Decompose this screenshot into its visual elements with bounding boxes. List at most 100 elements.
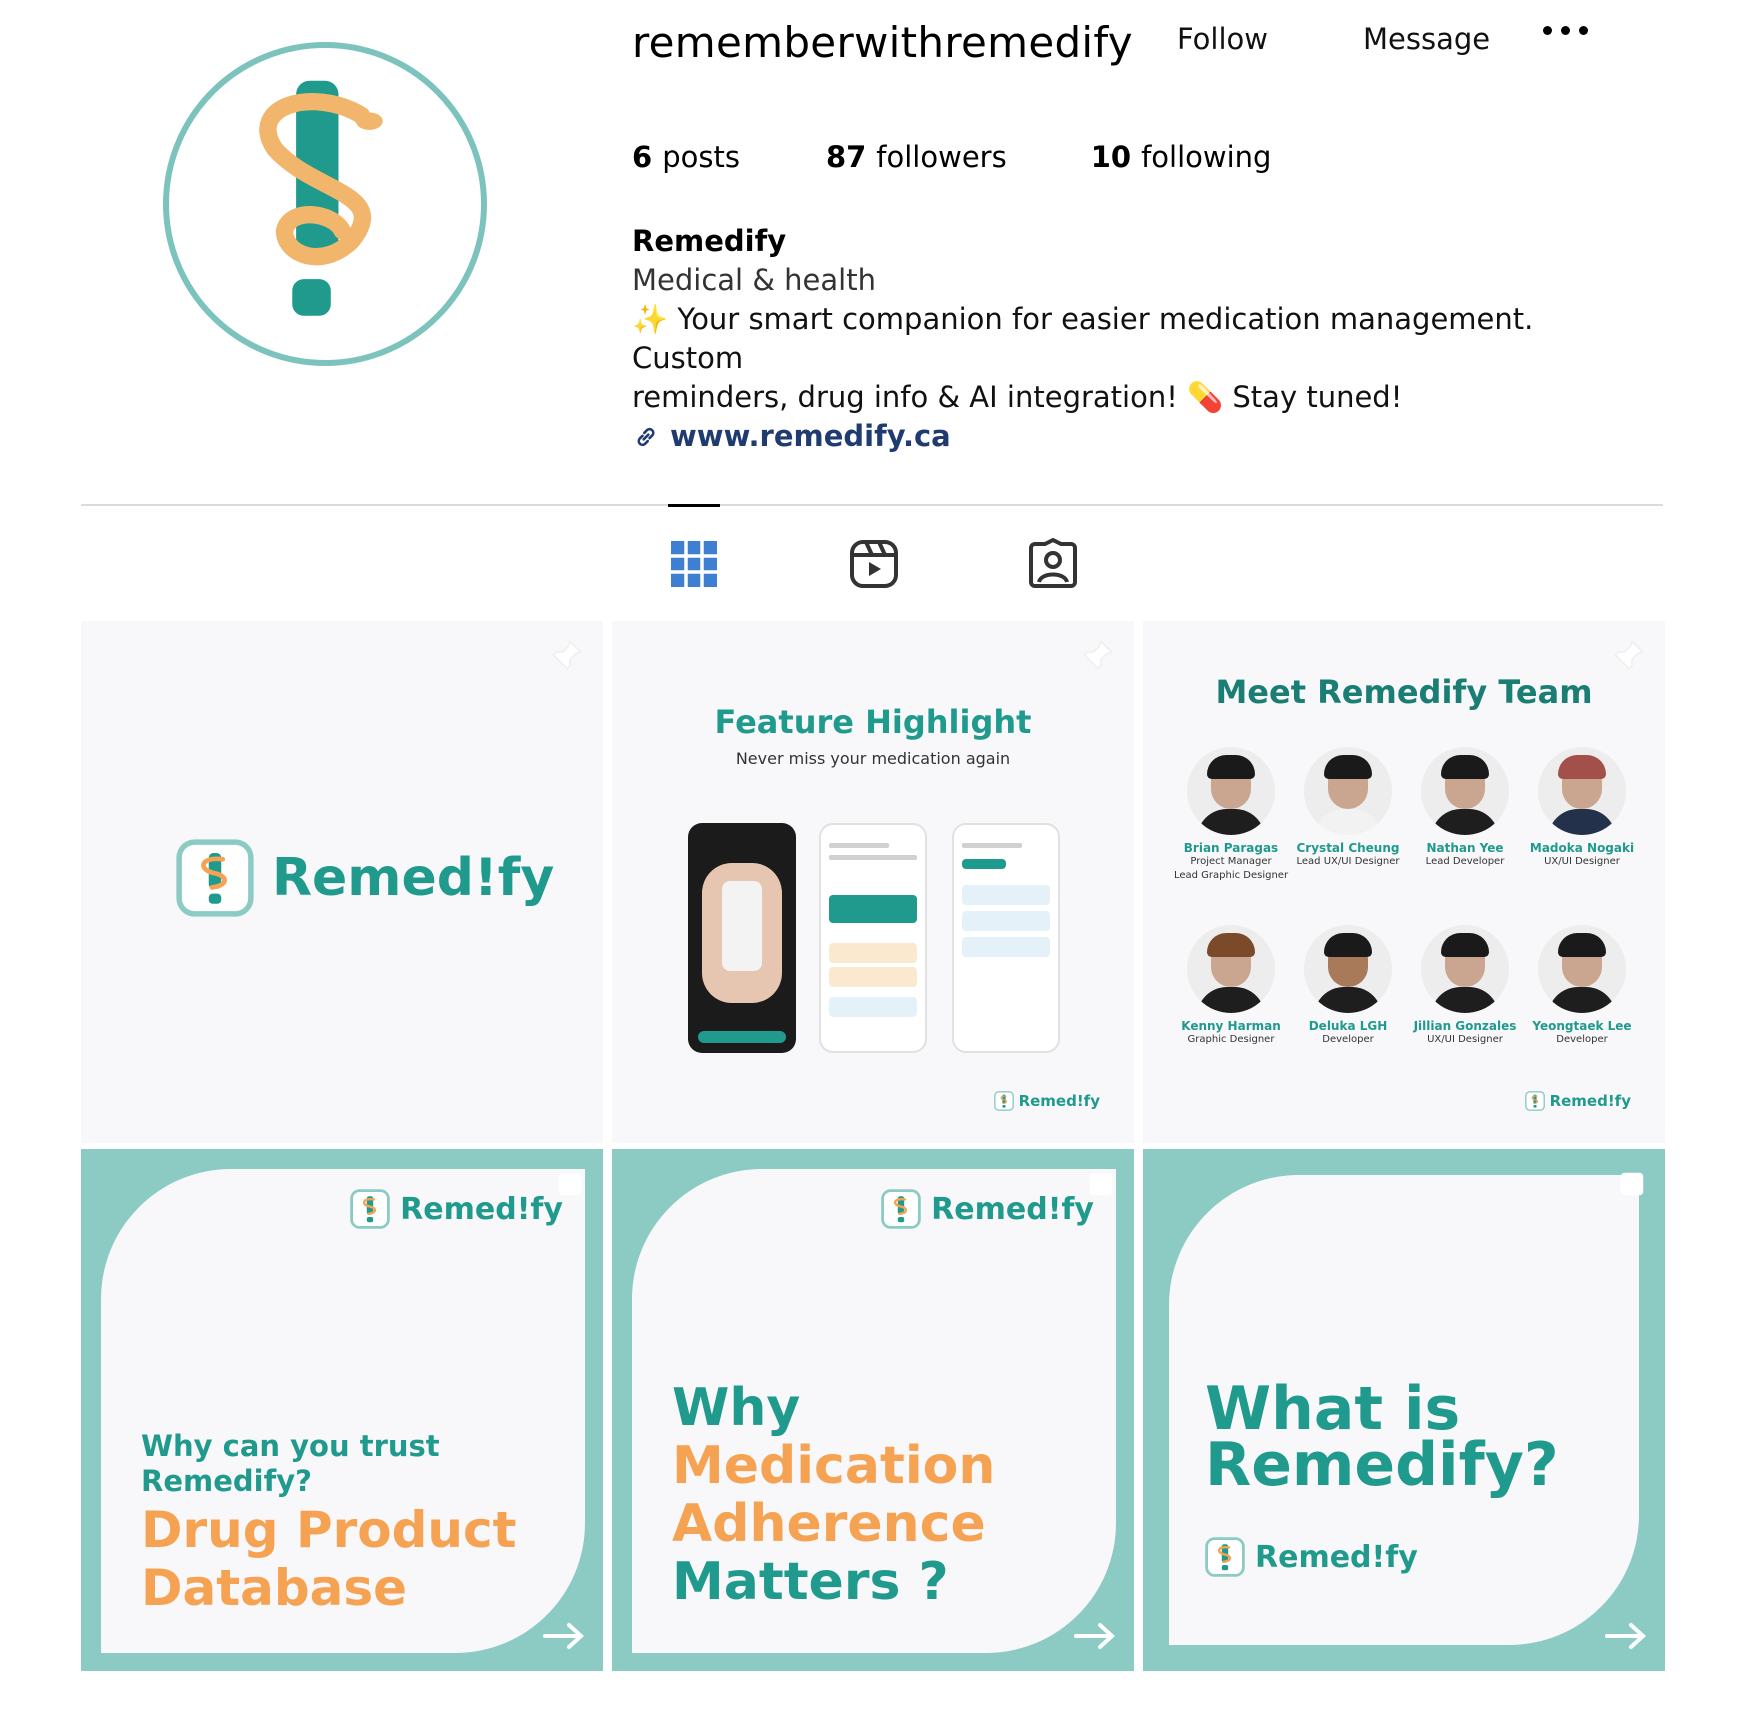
member-name: Yeongtaek Lee — [1532, 1019, 1632, 1033]
followers-count: 87 — [825, 140, 867, 174]
member-name: Brian Paragas — [1183, 841, 1279, 855]
link-icon — [637, 427, 655, 446]
grid-icon — [671, 541, 717, 587]
member-role: Project Manager — [1190, 856, 1272, 867]
mock-tab — [962, 859, 1006, 869]
following-stat[interactable]: 10 following — [1091, 140, 1272, 174]
brand-name: Remed!fy — [272, 848, 555, 908]
member-role: Developer — [1322, 1034, 1374, 1045]
post-6[interactable]: What is Remedify? Remed!fy — [1143, 1149, 1665, 1671]
member-name: Crystal Cheung — [1296, 841, 1400, 855]
message-button[interactable]: Message — [1363, 22, 1490, 56]
headline-line: Matters ? — [672, 1552, 949, 1612]
mock-line — [829, 843, 889, 848]
follow-button[interactable]: Follow — [1177, 22, 1268, 56]
post-title: Feature Highlight — [714, 703, 1032, 741]
post-2[interactable]: Feature Highlight Never miss your medica… — [612, 621, 1134, 1143]
member-photo — [1421, 925, 1509, 1013]
member-name: Deluka LGH — [1308, 1019, 1388, 1033]
followers-stat[interactable]: 87 followers — [826, 140, 1007, 174]
mock-line — [829, 855, 917, 860]
remedify-logo-icon — [994, 1091, 1014, 1111]
post-subtitle: Never miss your medication again — [735, 749, 1011, 768]
team-member: Deluka LGH Developer — [1288, 925, 1408, 1047]
member-photo — [1538, 747, 1626, 835]
pill-bottle-image — [722, 881, 762, 971]
brand-logo: Remed!fy — [881, 1189, 1094, 1229]
member-photo — [1421, 747, 1509, 835]
remedify-logo-icon — [1525, 1091, 1545, 1111]
post-3[interactable]: Meet Remedify Team Brian Paragas Project… — [1143, 621, 1665, 1143]
headline-line: What is — [1205, 1374, 1461, 1444]
headline-line: Why — [672, 1378, 801, 1438]
team-member: Brian Paragas Project Manager Lead Graph… — [1171, 747, 1291, 883]
brand-logo: Remed!fy — [176, 839, 554, 917]
team-member: Jillian Gonzales UX/UI Designer — [1405, 925, 1525, 1047]
mock-card — [829, 997, 917, 1017]
phone-mockup-home — [819, 823, 927, 1053]
posts-stat: 6 posts — [632, 140, 740, 174]
member-photo — [1187, 747, 1275, 835]
arrow-right-icon — [543, 1623, 584, 1649]
pinned-icon — [552, 640, 582, 670]
brand-logo: Remed!fy — [350, 1189, 563, 1229]
team-member: Crystal Cheung Lead UX/UI Designer — [1288, 747, 1408, 869]
scan-button-mockup — [698, 1031, 786, 1043]
brand-name: Remed!fy — [400, 1191, 563, 1227]
brand-logo: Remed!fy — [1525, 1091, 1631, 1111]
bio-category: Medical & health — [632, 263, 876, 297]
tab-tagged[interactable] — [1027, 537, 1079, 590]
team-member: Madoka Nogaki UX/UI Designer — [1522, 747, 1642, 869]
active-tab-indicator — [668, 504, 720, 507]
tabs-divider — [81, 504, 1663, 506]
phone-mockup-library — [952, 823, 1060, 1053]
team-member: Nathan Yee Lead Developer — [1405, 747, 1525, 869]
headline-line: Drug Product — [141, 1501, 517, 1559]
member-role: UX/UI Designer — [1544, 856, 1620, 867]
posts-label: posts — [662, 140, 740, 174]
tab-reels[interactable] — [848, 538, 900, 590]
pinned-icon — [1614, 640, 1644, 670]
headline-line: Remedify? — [1205, 1430, 1559, 1500]
tab-posts[interactable] — [668, 538, 720, 590]
bio-description-line1: ✨ Your smart companion for easier medica… — [632, 302, 1534, 375]
headline-line: Database — [141, 1559, 408, 1617]
more-options-icon[interactable] — [1543, 26, 1588, 35]
profile-avatar[interactable] — [163, 42, 487, 366]
member-role: Lead UX/UI Designer — [1296, 856, 1400, 867]
post-1[interactable]: Remed!fy — [81, 621, 603, 1143]
bio-name: Remedify — [632, 224, 787, 258]
profile-stats: 6 posts 87 followers 10 following — [632, 140, 1271, 174]
carousel-icon — [1620, 1172, 1644, 1196]
member-photo — [1304, 747, 1392, 835]
arrow-right-icon — [1074, 1623, 1115, 1649]
headline-line: Medication — [672, 1436, 996, 1496]
mock-card — [829, 895, 917, 923]
following-count: 10 — [1090, 140, 1132, 174]
post-4[interactable]: Remed!fy Why can you trust Remedify? Dru… — [81, 1149, 603, 1671]
profile-bio: Remedify Medical & health ✨ Your smart c… — [632, 222, 1632, 456]
member-photo — [1304, 925, 1392, 1013]
followers-label: followers — [876, 140, 1007, 174]
brand-name: Remed!fy — [931, 1191, 1094, 1227]
member-role: Lead Graphic Designer — [1173, 870, 1289, 881]
mock-card — [962, 911, 1050, 931]
post-headline: What is Remedify? — [1205, 1374, 1559, 1500]
member-name: Kenny Harman — [1181, 1019, 1281, 1033]
remedify-logo-icon — [259, 80, 383, 316]
profile-username: rememberwithremedify — [632, 18, 1133, 67]
bio-link[interactable]: www.remedify.ca — [632, 417, 1632, 456]
tagged-icon — [1029, 537, 1077, 588]
phone-mockup-scanner — [688, 823, 796, 1053]
mock-card — [962, 885, 1050, 905]
bio-description-line2: reminders, drug info & AI integration! 💊… — [632, 380, 1403, 414]
member-role: UX/UI Designer — [1427, 1034, 1503, 1045]
member-name: Nathan Yee — [1426, 841, 1504, 855]
bio-link-text[interactable]: www.remedify.ca — [670, 417, 951, 456]
remedify-logo-icon — [881, 1189, 921, 1229]
brand-name: Remed!fy — [1018, 1092, 1100, 1110]
post-5[interactable]: Remed!fy Why Medication Adherence Matter… — [612, 1149, 1134, 1671]
remedify-logo-icon — [350, 1189, 390, 1229]
post-title: Meet Remedify Team — [1215, 673, 1593, 711]
reels-icon — [850, 540, 898, 588]
